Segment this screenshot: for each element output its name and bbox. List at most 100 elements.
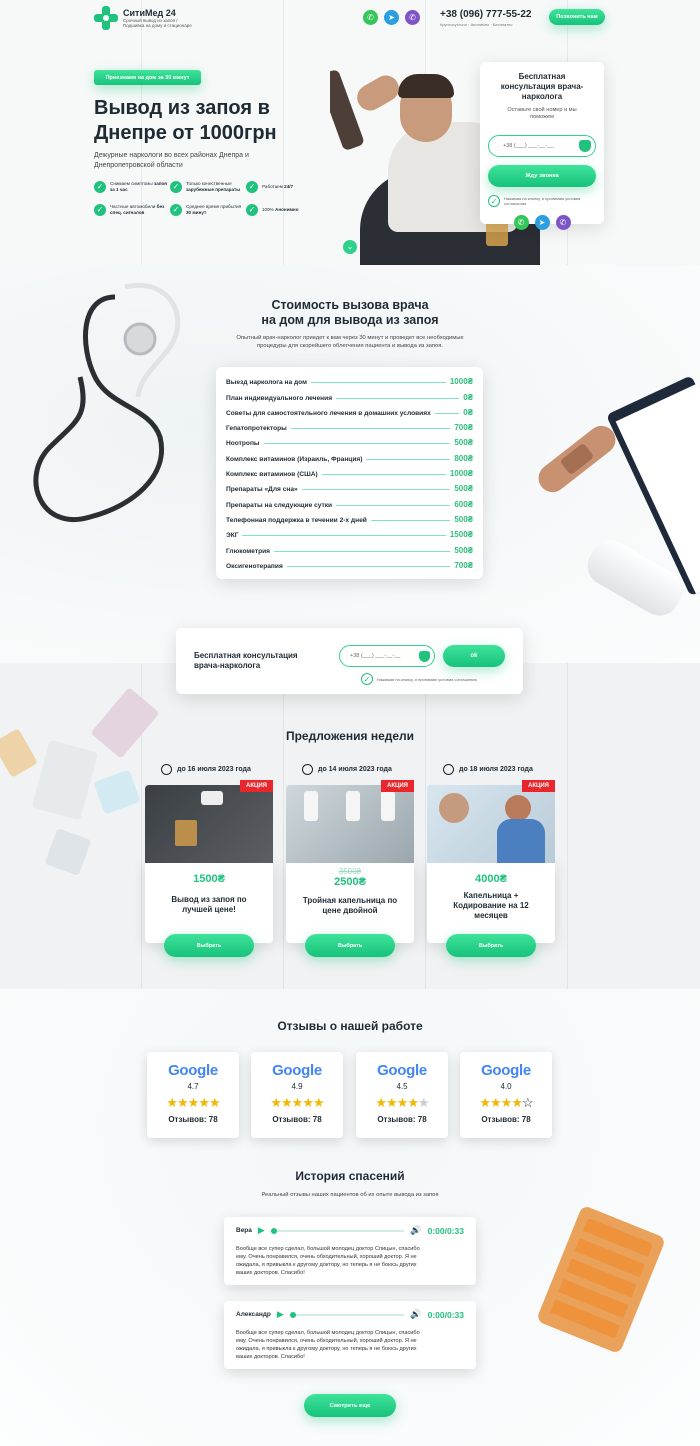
price-name: Оксигенотерапия — [226, 562, 283, 570]
rating-stars: ★★★★☆ — [479, 1095, 533, 1110]
price-value: 700₴ — [454, 423, 473, 433]
price-name: Ноотропы — [226, 440, 260, 448]
offer-card: АКЦИЯ 1500₴ Вывод из запоя по лучшей цене… — [145, 780, 273, 945]
play-icon[interactable]: ▶ — [258, 1225, 265, 1236]
feature-item: ✓ 100% Анонимно — [246, 204, 322, 216]
google-review-card[interactable]: Google 4.0 ★★★★☆ Отзывов: 78 — [460, 1052, 552, 1138]
price-name: Гепатопротекторы — [226, 425, 287, 433]
logo[interactable]: СитиМед 24 Срочный вывод из запоя / Подш… — [94, 5, 204, 31]
pills-blister-image — [44, 827, 92, 877]
feature-item: ✓ Частные автомобили без спец. сигналов — [94, 204, 170, 216]
more-button[interactable]: Смотреть еще — [304, 1394, 396, 1417]
chevron-down-icon[interactable]: ⌄ — [343, 240, 357, 254]
pills-blister-image — [93, 769, 141, 815]
mid-phone-input[interactable]: +38 (___) ___-__-__ — [339, 645, 435, 667]
price-value: 0₴ — [463, 407, 473, 417]
price-row: План индивидуального лечения 0₴ — [226, 386, 473, 402]
header-phone[interactable]: +38 (096) 777-55-22 Круглосуточно · Анон… — [440, 9, 531, 27]
story-author: Александр — [236, 1311, 271, 1318]
google-review-card[interactable]: Google 4.7 ★★★★★ Отзывов: 78 — [147, 1052, 239, 1138]
price-name: План индивидуального лечения — [226, 394, 333, 402]
whatsapp-icon[interactable]: ✆ — [363, 10, 378, 25]
hero-features: ✓ Снимаем симптомы запоя за 1 час ✓ Только… — [94, 181, 324, 216]
google-logo: Google — [481, 1062, 531, 1079]
promo-tag: АКЦИЯ — [521, 780, 555, 792]
offer-date: до 18 июля 2023 года — [443, 764, 533, 775]
audio-story-card: Вера ▶ 🔊 0:00/0:33 Вообще все супер сдел… — [224, 1217, 476, 1285]
clock-icon — [443, 764, 454, 775]
telegram-icon[interactable]: ➤ — [384, 10, 399, 25]
logo-cross-icon — [94, 6, 118, 30]
price-name: Телефонная поддержка в течении 2-х дней — [226, 516, 367, 524]
rating-value: 4.5 — [396, 1082, 408, 1091]
offer-image — [145, 785, 273, 863]
viber-icon[interactable]: ✆ — [555, 215, 571, 230]
offer-button[interactable]: Выбрать — [305, 934, 395, 957]
feature-item: ✓ Только качественные зарубежные препарат… — [170, 181, 246, 193]
consult-title: Бесплатная консультация врача-нарколога — [500, 72, 584, 101]
feature-item: ✓ Снимаем симптомы запоя за 1 час — [94, 181, 170, 193]
hero-badge: Приезжаем на дом за 30 минут — [94, 70, 201, 85]
promo-tag: АКЦИЯ — [239, 780, 273, 792]
phone-number[interactable]: +38 (096) 777-55-22 — [440, 9, 531, 20]
consult-form: Бесплатная консультация врача-нарколога … — [480, 62, 604, 230]
offer-image — [427, 785, 555, 863]
logo-name: СитиМед 24 — [123, 8, 176, 18]
phone-input[interactable]: +38 (___) ___-__-__ — [488, 135, 596, 157]
google-logo: Google — [377, 1062, 427, 1079]
whatsapp-icon[interactable]: ✆ — [513, 215, 529, 230]
mid-submit-button[interactable]: ok — [443, 645, 505, 667]
offer-price: 2500₴ — [334, 876, 366, 888]
price-value: 500₴ — [454, 514, 473, 524]
audio-story-card: Александр ▶ 🔊 0:00/0:33 Вообще все супер… — [224, 1301, 476, 1369]
mid-consent-text: Нажимая на кнопку, я принимаю условия со… — [377, 676, 477, 682]
play-icon[interactable]: ▶ — [277, 1309, 284, 1320]
pills-blister-image — [90, 687, 160, 759]
header-socials: ✆ ➤ ✆ — [363, 10, 420, 25]
offer-button[interactable]: Выбрать — [164, 934, 254, 957]
offer-card: АКЦИЯ 4000₴ Капельница + Кодирование на 1… — [427, 780, 555, 945]
price-row: Глюкометрия 500₴ — [226, 539, 473, 555]
hero-section: СитиМед 24 Срочный вывод из запоя / Подш… — [0, 0, 700, 265]
price-value: 1500₴ — [449, 530, 473, 540]
price-value: 0₴ — [463, 392, 473, 402]
price-row: Комплекс витаминов (Израиль, Франция) 800… — [226, 447, 473, 463]
stories-title: История спасений — [295, 1169, 405, 1183]
mid-form-title: Бесплатная консультация врача-нарколога — [194, 651, 298, 670]
volume-icon[interactable]: 🔊 — [410, 1225, 421, 1236]
audio-progress[interactable] — [289, 1311, 405, 1318]
price-row: Выезд нарколога на дом 1000₴ — [226, 371, 473, 386]
price-name: Комплекс витаминов (Израиль, Франция) — [226, 455, 363, 463]
price-row: ЭКГ 1500₴ — [226, 524, 473, 539]
google-review-card[interactable]: Google 4.9 ★★★★★ Отзывов: 78 — [251, 1052, 343, 1138]
check-icon[interactable]: ✓ — [361, 673, 373, 685]
pills-blister-image — [0, 728, 38, 778]
price-row: Гепатопротекторы 700₴ — [226, 417, 473, 432]
review-count: Отзывов: 78 — [481, 1115, 531, 1124]
mid-consult-form: Бесплатная консультация врача-нарколога … — [176, 628, 523, 694]
story-text: Вообще все супер сделал, большой молодец… — [236, 1246, 420, 1276]
viber-icon[interactable]: ✆ — [405, 10, 420, 25]
price-value: 600₴ — [454, 499, 473, 509]
story-author: Вера — [236, 1227, 252, 1234]
price-name: Препараты «Для сна» — [226, 486, 298, 494]
submit-button[interactable]: Жду звонка — [488, 165, 596, 187]
offer-image — [286, 785, 414, 863]
shield-icon — [419, 650, 430, 662]
phone-sub: Круглосуточно · Анонимно · Бесплатно — [440, 22, 513, 27]
offer-button[interactable]: Выбрать — [446, 934, 536, 957]
google-review-card[interactable]: Google 4.5 ★★★★★ Отзывов: 78 — [356, 1052, 448, 1138]
telegram-icon[interactable]: ➤ — [534, 215, 550, 230]
offer-card: АКЦИЯ 3500₴ 2500₴ Тройная капельница по ц… — [286, 780, 414, 945]
check-icon: ✓ — [94, 181, 106, 193]
audio-progress[interactable] — [270, 1227, 405, 1234]
offer-date: до 16 июля 2023 года — [161, 764, 251, 775]
price-value: 500₴ — [454, 545, 473, 555]
clock-icon — [302, 764, 313, 775]
plaster-image — [532, 420, 622, 498]
volume-icon[interactable]: 🔊 — [410, 1309, 421, 1320]
check-icon[interactable]: ✓ — [488, 195, 500, 207]
offer-name: Вывод из запоя по лучшей цене! — [171, 895, 247, 914]
call-button[interactable]: Позвонить нам — [549, 9, 605, 25]
offer-date: до 14 июля 2023 года — [302, 764, 392, 775]
